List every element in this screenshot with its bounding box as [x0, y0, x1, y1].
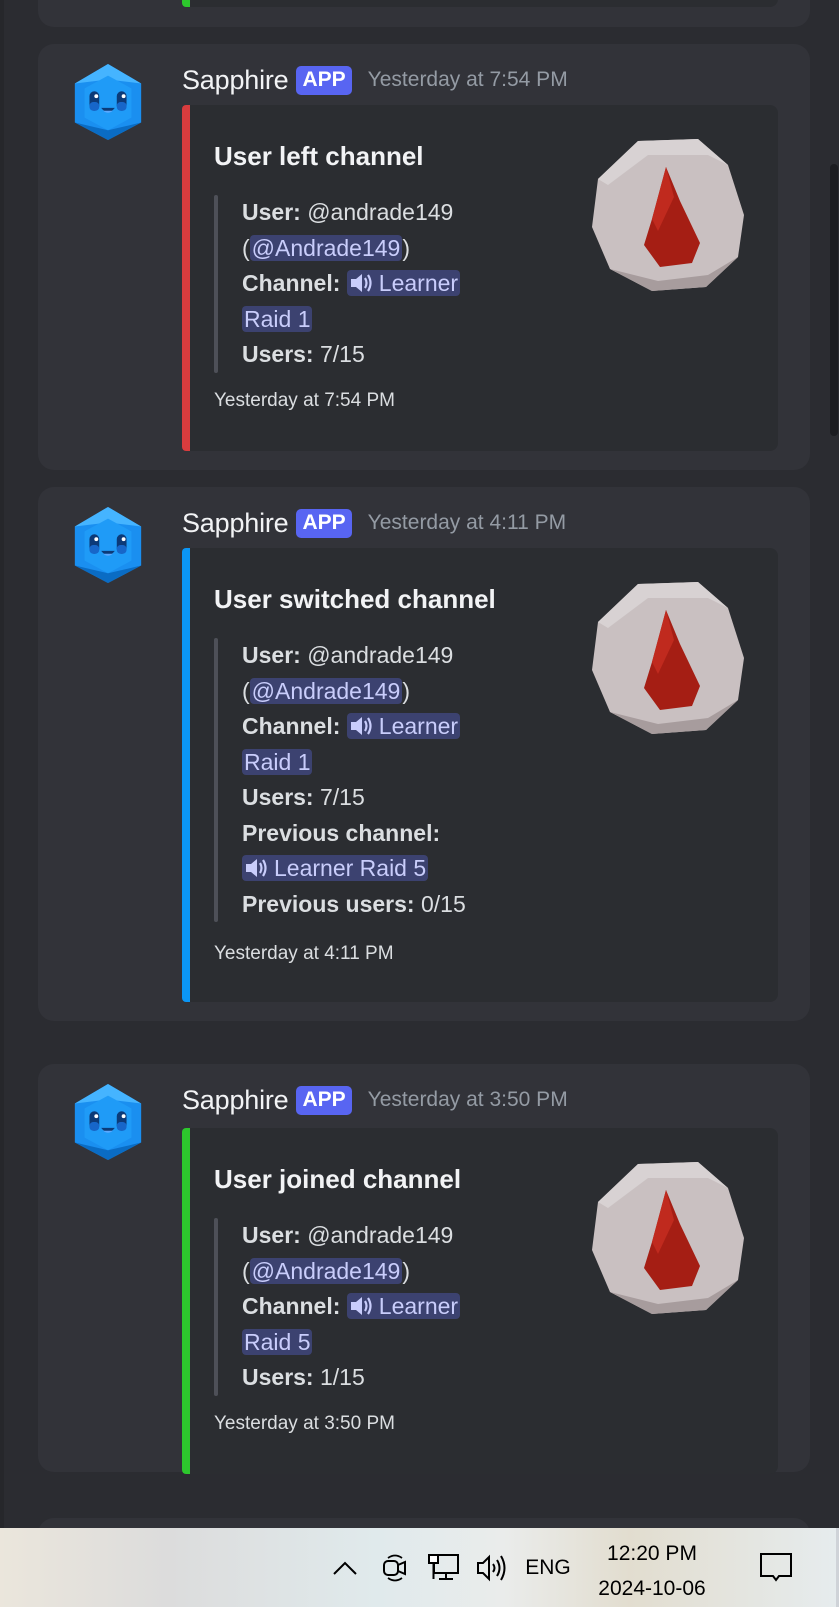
left-edge — [0, 0, 4, 1528]
message-timestamp[interactable]: Yesterday at 4:11 PM — [368, 511, 566, 535]
embed: User switched channel User: @andrade149 … — [182, 548, 778, 1002]
sapphire-avatar-icon[interactable] — [72, 62, 144, 142]
embed-blockquote: User: @andrade149 (@Andrade149) Channel:… — [214, 638, 514, 922]
author-name[interactable]: Sapphire — [182, 65, 289, 96]
channel-mention[interactable]: Learner — [346, 270, 461, 296]
chat-viewport: Sapphire APP Yesterday at 7:54 PM User l… — [0, 0, 839, 1528]
previous-users-count: 0/15 — [420, 890, 466, 917]
message-header: Sapphire APP Yesterday at 4:11 PM — [182, 507, 566, 539]
field-label-channel: Channel: — [242, 270, 341, 296]
embed: User left channel User: @andrade149 (@An… — [182, 105, 778, 451]
message-card: Sapphire APP Yesterday at 3:50 PM User j… — [38, 1064, 810, 1474]
field-label-channel: Channel: — [242, 713, 341, 739]
app-badge: APP — [296, 65, 352, 95]
message-header: Sapphire APP Yesterday at 7:54 PM — [182, 64, 568, 96]
sapphire-avatar-icon[interactable] — [72, 505, 144, 585]
field-label-users: Users: — [242, 784, 314, 810]
message-card: Sapphire APP Yesterday at 7:54 PM User l… — [38, 44, 810, 470]
message-card: Sapphire APP Yesterday at 4:11 PM User s… — [38, 487, 810, 1021]
embed-previous — [182, 0, 778, 7]
user-mention[interactable]: @Andrade149 — [249, 677, 403, 704]
field-label-user: User: — [242, 642, 301, 668]
chevron-up-icon[interactable] — [330, 1528, 360, 1607]
embed-color-bar — [182, 0, 190, 7]
channel-mention-continued[interactable]: Raid 5 — [242, 1328, 313, 1355]
language-indicator[interactable]: ENG — [522, 1528, 574, 1607]
scrollbar-thumb[interactable] — [830, 164, 838, 436]
network-icon[interactable] — [424, 1528, 464, 1607]
speaker-icon — [244, 857, 267, 879]
author-name[interactable]: Sapphire — [182, 1085, 289, 1116]
channel-mention[interactable]: Learner — [346, 1293, 461, 1319]
embed-title: User joined channel — [214, 1164, 462, 1194]
clock-date: 2024-10-06 — [598, 1577, 706, 1600]
field-label-user: User: — [242, 199, 301, 225]
speaker-icon — [349, 1295, 372, 1317]
users-count: 7/15 — [320, 341, 365, 367]
embed-footer-timestamp: Yesterday at 7:54 PM — [214, 390, 395, 411]
clock-time: 12:20 PM — [607, 1542, 697, 1565]
channel-mention-continued[interactable]: Raid 1 — [242, 305, 313, 332]
field-label-users: Users: — [242, 1364, 314, 1390]
field-label-channel: Channel: — [242, 1293, 341, 1319]
embed: User joined channel User: @andrade149 (@… — [182, 1128, 778, 1474]
user-handle: @andrade149 — [307, 1222, 454, 1248]
blockquote-bar — [214, 638, 218, 922]
embed-title: User left channel — [214, 141, 424, 171]
users-count: 7/15 — [320, 784, 365, 810]
message-card-previous — [38, 0, 810, 27]
message-header: Sapphire APP Yesterday at 3:50 PM — [182, 1084, 568, 1116]
blood-rune-icon[interactable] — [588, 1158, 748, 1318]
message-timestamp[interactable]: Yesterday at 3:50 PM — [368, 1088, 568, 1112]
field-label-user: User: — [242, 1222, 301, 1248]
field-label-previous-channel: Previous channel: — [242, 819, 441, 846]
blockquote-bar — [214, 1218, 218, 1396]
channel-mention-continued[interactable]: Raid 1 — [242, 748, 313, 775]
user-handle: @andrade149 — [307, 642, 454, 668]
user-mention[interactable]: @Andrade149 — [249, 234, 403, 261]
message-timestamp[interactable]: Yesterday at 7:54 PM — [368, 68, 568, 92]
embed-title: User switched channel — [214, 584, 496, 614]
blood-rune-icon[interactable] — [588, 578, 748, 738]
users-count: 1/15 — [320, 1364, 365, 1390]
user-mention[interactable]: @Andrade149 — [249, 1257, 403, 1284]
embed-color-bar — [182, 1128, 190, 1474]
embed-color-bar — [182, 105, 190, 451]
channel-mention[interactable]: Learner — [346, 713, 461, 739]
user-handle: @andrade149 — [307, 199, 454, 225]
embed-blockquote: User: @andrade149 (@Andrade149) Channel:… — [214, 195, 514, 373]
volume-icon[interactable] — [472, 1528, 512, 1607]
field-label-users: Users: — [242, 341, 314, 367]
blood-rune-icon[interactable] — [588, 135, 748, 295]
speaker-icon — [349, 715, 372, 737]
clock[interactable]: 12:20 PM 2024-10-06 — [592, 1536, 712, 1606]
speaker-icon — [349, 272, 372, 294]
author-name[interactable]: Sapphire — [182, 508, 289, 539]
blockquote-bar — [214, 195, 218, 373]
field-label-previous-users: Previous users: — [242, 890, 415, 917]
windows-taskbar: ENG 12:20 PM 2024-10-06 — [0, 1528, 839, 1607]
app-badge: APP — [296, 508, 352, 538]
embed-color-bar — [182, 548, 190, 1002]
previous-channel-mention[interactable]: Learner Raid 5 — [242, 855, 429, 881]
message-card-next — [38, 1518, 810, 1528]
app-badge: APP — [296, 1085, 352, 1115]
action-center-icon[interactable] — [756, 1528, 796, 1607]
embed-footer-timestamp: Yesterday at 4:11 PM — [214, 943, 394, 964]
sapphire-avatar-icon[interactable] — [72, 1082, 144, 1162]
meet-now-icon[interactable] — [378, 1528, 412, 1607]
embed-blockquote: User: @andrade149 (@Andrade149) Channel:… — [214, 1218, 514, 1396]
embed-footer-timestamp: Yesterday at 3:50 PM — [214, 1413, 395, 1434]
